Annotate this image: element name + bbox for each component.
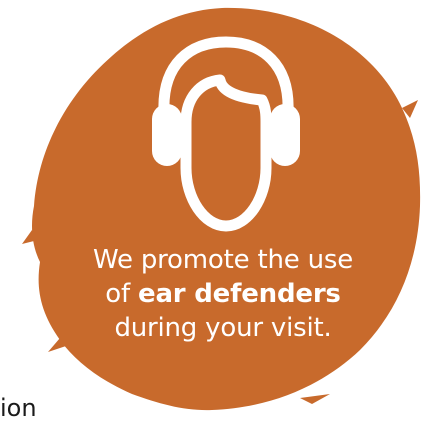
right-ear-cup-icon	[270, 104, 300, 166]
left-ear-cup-icon	[152, 104, 182, 166]
brush-edge	[300, 394, 330, 404]
message-line-1: We promote the use	[92, 245, 354, 275]
message-line-2-prefix: of	[105, 279, 139, 309]
ear-defender-sign: We promote the use of ear defenders duri…	[0, 0, 424, 424]
sign-message: We promote the use of ear defenders duri…	[58, 243, 388, 345]
sign-badge	[22, 7, 421, 411]
message-line-3: during your visit.	[114, 313, 332, 343]
orange-circle-badge	[32, 7, 421, 411]
message-line-2: of ear defenders	[58, 277, 388, 311]
cropped-text-fragment: ion	[0, 394, 37, 422]
message-emphasis: ear defenders	[138, 279, 341, 309]
